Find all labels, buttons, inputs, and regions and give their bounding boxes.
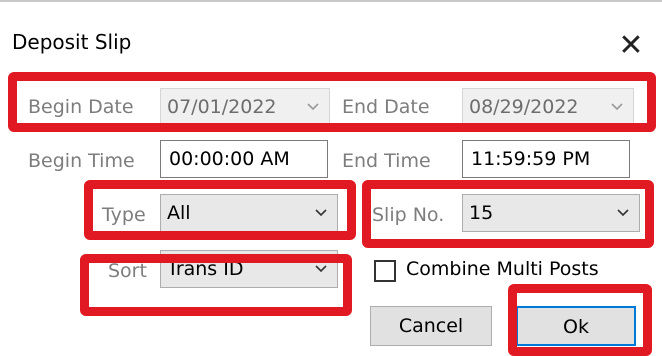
ok-button[interactable]: Ok [516,306,636,346]
slip-no-value: 15 [469,202,494,224]
end-date-value: 08/29/2022 [469,96,579,118]
dialog-body: Begin Date 07/01/2022 End Date 08/29/202… [0,62,662,356]
begin-time-label: Begin Time [28,150,135,172]
chevron-down-icon [611,103,623,111]
cancel-button-label: Cancel [398,315,464,337]
type-dropdown[interactable]: All [160,194,338,232]
end-time-field[interactable]: 11:59:59 PM [462,140,630,178]
begin-time-value: 00:00:00 AM [169,148,290,170]
sort-label: Sort [108,260,147,282]
slip-no-dropdown[interactable]: 15 [462,194,640,232]
chevron-down-icon [617,209,629,217]
slip-no-label: Slip No. [372,204,445,226]
chevron-down-icon [307,103,319,111]
type-label: Type [102,204,146,226]
title-bar: Deposit Slip ✕ [0,14,662,62]
sort-dropdown[interactable]: Trans ID [160,250,338,288]
window-title: Deposit Slip [12,30,132,54]
end-time-label: End Time [342,150,431,172]
close-icon: ✕ [618,28,644,63]
combine-multi-posts-checkbox[interactable] [374,260,396,282]
begin-date-label: Begin Date [28,96,134,118]
chevron-down-icon [315,265,327,273]
chevron-down-icon [315,209,327,217]
end-time-value: 11:59:59 PM [471,148,591,170]
begin-date-value: 07/01/2022 [167,96,277,118]
sort-value: Trans ID [167,258,244,280]
cancel-button[interactable]: Cancel [370,306,492,346]
begin-date-picker[interactable]: 07/01/2022 [160,88,330,126]
end-date-label: End Date [342,96,430,118]
type-value: All [167,202,191,224]
end-date-picker[interactable]: 08/29/2022 [462,88,634,126]
ok-button-label: Ok [563,316,589,338]
combine-multi-posts-label: Combine Multi Posts [406,258,599,280]
begin-time-field[interactable]: 00:00:00 AM [160,140,328,178]
